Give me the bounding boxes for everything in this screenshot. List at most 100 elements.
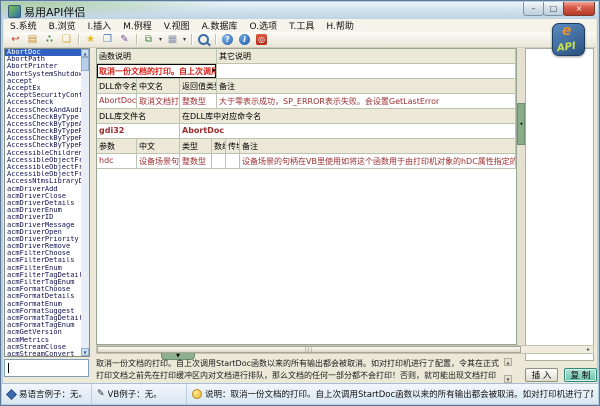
list-item[interactable]: acmFilterChoose xyxy=(5,250,81,257)
cell-function-desc[interactable]: 取消一份文档的打印。自上次调用StartDo▸ xyxy=(97,64,217,79)
list-item[interactable]: acmDriverPriority xyxy=(5,236,81,243)
grid-dropdown-icon[interactable]: ▾ xyxy=(181,36,188,43)
menu-item-examples[interactable]: M.例程 xyxy=(117,19,158,32)
cell-return-type[interactable]: 整数型 xyxy=(180,94,217,109)
copy-example-button[interactable]: ❐ xyxy=(99,33,116,46)
list-item[interactable]: AccessCheckByTypeRes xyxy=(5,135,81,142)
close-button[interactable]: × xyxy=(563,2,595,16)
copy-button[interactable]: 复 制 xyxy=(564,368,597,382)
search-button[interactable] xyxy=(195,33,212,46)
list-item[interactable]: acmStreamConvert xyxy=(5,351,81,356)
list-item[interactable]: acmFilterTagDetails xyxy=(5,272,81,279)
cell-param-byref[interactable] xyxy=(226,154,240,169)
hierarchy-button[interactable]: ⧉ xyxy=(140,33,157,46)
list-scrollbar[interactable]: ▲ ▼ xyxy=(81,49,89,356)
cell-return-remark[interactable]: 大于零表示成功，SP_ERROR表示失败。会设置GetLastError xyxy=(217,94,516,109)
list-item[interactable]: acmDriverID xyxy=(5,214,81,221)
list-item[interactable]: AccessibleObjectFrom xyxy=(5,157,81,164)
menu-item-browse[interactable]: B.浏览 xyxy=(43,19,82,32)
list-item[interactable]: acmFilterTagEnum xyxy=(5,279,81,286)
horizontal-scrollbar-thumb[interactable]: ||| xyxy=(97,346,521,353)
help-button[interactable]: ? xyxy=(219,33,236,46)
list-item[interactable]: accept xyxy=(5,78,81,85)
insert-button[interactable]: 插 入 xyxy=(525,368,558,382)
table-row: hdc 设备场景句柄 整数型 设备场景的句柄在VB里使用如将这个函数用于由打印机… xyxy=(97,154,516,169)
cell-dll-entry[interactable]: AbortDoc xyxy=(180,124,516,139)
list-item[interactable]: acmDriverMessage xyxy=(5,222,81,229)
menu-item-database[interactable]: A.数据库 xyxy=(196,19,244,32)
minimize-button[interactable]: – xyxy=(523,2,544,16)
cell-param-name[interactable]: hdc xyxy=(97,154,137,169)
list-item[interactable]: acmMetrics xyxy=(5,337,81,344)
cell-other-desc[interactable] xyxy=(217,64,516,79)
cell-param-chinese[interactable]: 设备场景句柄 xyxy=(137,154,180,169)
scroll-right-icon[interactable]: ▸ xyxy=(584,346,593,353)
list-item[interactable]: AccessNtmsLibraryDoo xyxy=(5,178,81,185)
list-item[interactable]: acmFormatTagEnum xyxy=(5,322,81,329)
list-item[interactable]: AccessCheckAndAuditA xyxy=(5,107,81,114)
search-input[interactable] xyxy=(4,359,89,377)
list-item[interactable]: acmStreamClose xyxy=(5,344,81,351)
list-item[interactable]: AccessibleChildren xyxy=(5,150,81,157)
menu-item-help[interactable]: H.帮助 xyxy=(320,19,359,32)
list-item[interactable]: AccessibleObjectFrom xyxy=(5,164,81,171)
list-item[interactable]: AcceptSecurityContex xyxy=(5,92,81,99)
desc-scroll-down-icon[interactable]: ▼ xyxy=(504,375,512,383)
cell-dll-file[interactable]: gdi32 xyxy=(97,124,180,139)
cell-dll-command[interactable]: AbortDoc xyxy=(97,94,137,109)
list-item[interactable]: acmFilterEnum xyxy=(5,265,81,272)
menu-item-insert[interactable]: I.插入 xyxy=(82,19,118,32)
list-item[interactable]: AccessCheckByType xyxy=(5,114,81,121)
menu-item-options[interactable]: O.选项 xyxy=(244,19,284,32)
edit-button[interactable]: ✎ xyxy=(116,33,133,46)
list-item[interactable]: acmFormatChoose xyxy=(5,286,81,293)
maximize-button[interactable]: □ xyxy=(543,2,564,16)
list-item[interactable]: AccessibleObjectFrom xyxy=(5,171,81,178)
list-item[interactable]: acmFormatDetails xyxy=(5,293,81,300)
browse-button[interactable]: ▤ xyxy=(24,33,41,46)
header-param-remark: 备注 xyxy=(240,139,516,154)
list-item[interactable]: AbortPrinter xyxy=(5,63,81,70)
scroll-down-icon[interactable]: ▼ xyxy=(81,348,89,356)
menu-item-system[interactable]: S.系统 xyxy=(4,19,43,32)
about-button[interactable]: ◎ xyxy=(253,33,270,46)
list-item[interactable]: AbortPath xyxy=(5,56,81,63)
grid-view-button[interactable]: ▦ xyxy=(164,33,181,46)
list-item[interactable]: acmDriverAdd xyxy=(5,186,81,193)
list-item[interactable]: acmDriverOpen xyxy=(5,229,81,236)
list-item[interactable]: acmDriverEnum xyxy=(5,207,81,214)
list-item[interactable]: AcceptEx xyxy=(5,85,81,92)
list-item[interactable]: AccessCheckByTypeAnd xyxy=(5,121,81,128)
cell-param-type[interactable]: 整数型 xyxy=(180,154,212,169)
list-item[interactable]: acmDriverRemove xyxy=(5,243,81,250)
info-button[interactable]: i xyxy=(236,33,253,46)
list-item[interactable]: acmDriverDetails xyxy=(5,200,81,207)
list-item[interactable]: AbortSystemShutdown xyxy=(5,71,81,78)
cell-param-array[interactable] xyxy=(212,154,226,169)
list-item[interactable]: acmFormatTagDetails xyxy=(5,315,81,322)
splitter-collapse-handle[interactable]: ◂ xyxy=(517,103,525,145)
desc-scroll-up-icon[interactable]: ▲ xyxy=(504,358,512,366)
list-item[interactable]: acmFormatSuggest xyxy=(5,308,81,315)
list-item[interactable]: acmDriverClose xyxy=(5,193,81,200)
menu-item-view[interactable]: V.视图 xyxy=(158,19,196,32)
description-scrollbar[interactable]: ▲ ▼ xyxy=(504,358,512,383)
hierarchy-dropdown-icon[interactable]: ▾ xyxy=(157,36,164,43)
scroll-up-icon[interactable]: ▲ xyxy=(81,49,89,57)
list-item[interactable]: acmFilterDetails xyxy=(5,257,81,264)
list-item[interactable]: AccessCheckByTypeRes xyxy=(5,142,81,149)
favorite-button[interactable]: ★ xyxy=(82,33,99,46)
list-scrollbar-thumb[interactable] xyxy=(81,57,89,71)
list-item[interactable]: acmGetVersion xyxy=(5,329,81,336)
list-item[interactable]: AccessCheckByTypeRes xyxy=(5,128,81,135)
list-item[interactable]: acmFormatEnum xyxy=(5,301,81,308)
vertical-splitter[interactable]: ◂ xyxy=(517,48,525,345)
menu-item-tools[interactable]: T.工具 xyxy=(283,19,320,32)
cell-chinese-name[interactable]: 取消文档打印 xyxy=(137,94,180,109)
folders-button[interactable]: ❏ xyxy=(58,33,75,46)
share-button[interactable]: ∴ xyxy=(41,33,58,46)
list-item[interactable]: AbortDoc xyxy=(5,49,81,56)
cell-param-remark[interactable]: 设备场景的句柄在VB里使用如将这个函数用于由打印机对象的hDC属性指定的打印机设… xyxy=(240,154,516,169)
list-item[interactable]: AccessCheck xyxy=(5,99,81,106)
exit-button[interactable]: ↩ xyxy=(7,33,24,46)
